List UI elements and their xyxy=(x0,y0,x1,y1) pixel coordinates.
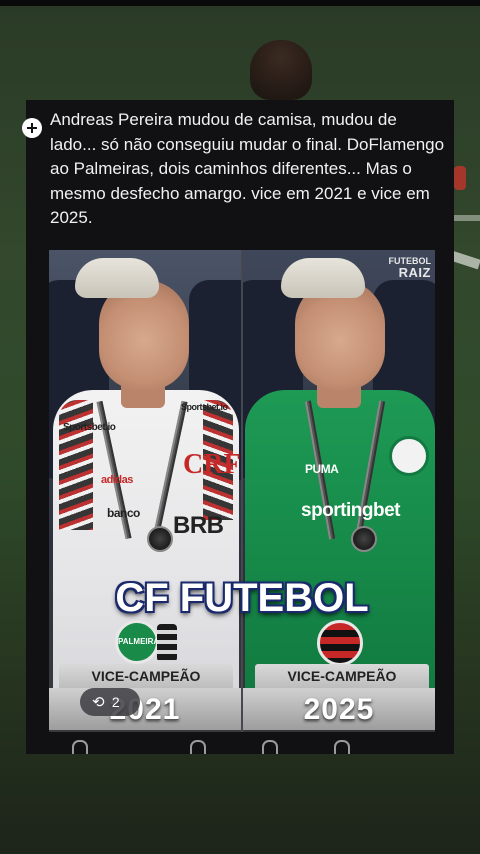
player-hair xyxy=(281,258,365,298)
flamengo-crest: CRF xyxy=(183,449,241,480)
panel-2025: PUMA sportingbet VICE-CAMPEÃO 2025 FUTEB… xyxy=(243,250,435,732)
panel-2021: Sportsbet.io Sportsbet.io adidas CRF ban… xyxy=(49,250,241,732)
screen: Andreas Pereira mudou de camisa, mudou d… xyxy=(0,0,480,854)
vice-label-2025: VICE-CAMPEÃO xyxy=(255,664,429,688)
palmeiras-mini-crest: PALMEIRAS xyxy=(115,620,165,664)
status-bar xyxy=(0,0,480,6)
plus-circle-icon[interactable] xyxy=(22,118,42,138)
comment-icon[interactable] xyxy=(190,740,206,754)
repost-icon: ⟲ xyxy=(92,694,105,711)
bookmark-icon[interactable] xyxy=(334,740,350,754)
post-image[interactable]: Sportsbet.io Sportsbet.io adidas CRF ban… xyxy=(49,250,435,732)
background-player-head xyxy=(250,40,312,100)
brand-label: PUMA xyxy=(305,462,339,476)
post-caption: Andreas Pereira mudou de camisa, mudou d… xyxy=(50,110,445,228)
background-detail xyxy=(454,166,466,190)
post-card: Andreas Pereira mudou de camisa, mudou d… xyxy=(26,100,454,754)
opponent-stripes xyxy=(157,624,177,662)
runner-up-medal xyxy=(351,526,377,552)
brand-label: adidas xyxy=(101,474,133,486)
year-2021: 2021 xyxy=(49,688,241,730)
flamengo-mini-crest xyxy=(317,620,363,666)
sponsor-label: Sportsbet.io xyxy=(181,402,228,412)
action-row xyxy=(66,740,466,754)
brand-logo: FUTEBOL RAIZ xyxy=(389,256,432,280)
year-2025: 2025 xyxy=(243,688,435,730)
chest-sponsor-label: banco xyxy=(107,506,140,520)
runner-up-medal xyxy=(147,526,173,552)
repost-count: 2 xyxy=(111,694,120,710)
brand-logo-big: RAIZ xyxy=(398,265,431,280)
chest-sponsor-big: BRB xyxy=(173,512,224,539)
repost-button[interactable]: ⟲ 2 xyxy=(80,688,140,716)
vice-label-2021: VICE-CAMPEÃO xyxy=(59,664,233,688)
sponsor-label: Sportsbet.io xyxy=(63,422,116,433)
share-icon[interactable] xyxy=(262,740,278,754)
chest-sponsor-label: sportingbet xyxy=(301,500,401,521)
like-icon[interactable] xyxy=(72,740,88,754)
background-field-line xyxy=(452,215,480,221)
player-hair xyxy=(75,258,159,298)
watermark-text: CF FUTEBOL xyxy=(115,576,369,620)
palmeiras-crest xyxy=(389,436,429,476)
